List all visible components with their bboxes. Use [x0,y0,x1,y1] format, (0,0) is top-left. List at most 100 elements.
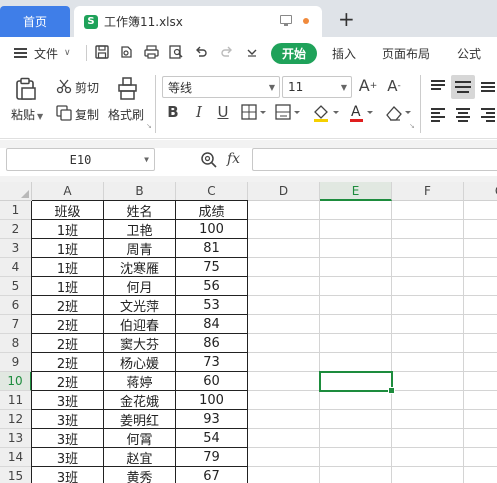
row-header[interactable]: 12 [0,410,32,429]
cell-c7[interactable]: 84 [176,315,248,334]
cell-b2[interactable]: 卫艳 [104,220,176,239]
zoom-search-icon[interactable] [200,151,218,169]
cell-a7[interactable]: 2班 [32,315,104,334]
cell-e2[interactable] [320,220,392,239]
cell-a12[interactable]: 3班 [32,410,104,429]
cell-b11[interactable]: 金花娥 [104,391,176,410]
column-header-b[interactable]: B [104,182,176,201]
name-box[interactable]: E10 ▼ [6,148,155,171]
cell-b15[interactable]: 黄秀 [104,467,176,483]
align-bottom-icon[interactable] [478,77,497,97]
row-header[interactable]: 5 [0,277,32,296]
cell-f12[interactable] [392,410,464,429]
column-header-d[interactable]: D [248,182,320,201]
cell-c3[interactable]: 81 [176,239,248,258]
cell-g7[interactable] [464,315,497,334]
print-preview-icon[interactable] [168,45,184,61]
undo-icon[interactable] [193,45,209,61]
cell-a3[interactable]: 1班 [32,239,104,258]
cell-a8[interactable]: 2班 [32,334,104,353]
cell-g9[interactable] [464,353,497,372]
fill-pattern-button[interactable] [275,104,301,122]
cell-f8[interactable] [392,334,464,353]
cell-c14[interactable]: 79 [176,448,248,467]
cell-d10[interactable] [248,372,320,391]
cell-f10[interactable] [392,372,464,391]
row-header[interactable]: 11 [0,391,32,410]
cell-a13[interactable]: 3班 [32,429,104,448]
cell-g2[interactable] [464,220,497,239]
cell-e13[interactable] [320,429,392,448]
cell-c1[interactable]: 成绩 [176,201,248,220]
column-header-f[interactable]: F [392,182,464,201]
customize-toolbar-icon[interactable] [244,45,260,61]
tab-start[interactable]: 开始 [271,43,317,64]
cell-b10[interactable]: 蒋婷 [104,372,176,391]
cell-a9[interactable]: 2班 [32,353,104,372]
increase-font-icon[interactable]: A+ [358,77,378,95]
cell-f13[interactable] [392,429,464,448]
align-top-icon[interactable] [428,77,448,97]
row-header[interactable]: 15 [0,467,32,483]
decrease-font-icon[interactable]: A- [384,77,404,95]
cell-d1[interactable] [248,201,320,220]
cell-f11[interactable] [392,391,464,410]
function-icon[interactable]: fx [227,151,240,167]
cell-e11[interactable] [320,391,392,410]
row-header[interactable]: 6 [0,296,32,315]
cell-d5[interactable] [248,277,320,296]
cell-b1[interactable]: 姓名 [104,201,176,220]
column-header-c[interactable]: C [176,182,248,201]
font-size-select[interactable]: 11 ▼ [282,76,352,98]
cell-g14[interactable] [464,448,497,467]
cell-c5[interactable]: 56 [176,277,248,296]
cell-d13[interactable] [248,429,320,448]
cell-e12[interactable] [320,410,392,429]
row-header[interactable]: 14 [0,448,32,467]
copy-icon[interactable] [56,105,72,121]
cell-d12[interactable] [248,410,320,429]
cell-a6[interactable]: 2班 [32,296,104,315]
tab-page-layout[interactable]: 页面布局 [382,37,430,69]
cell-a15[interactable]: 3班 [32,467,104,483]
cell-e6[interactable] [320,296,392,315]
cell-f3[interactable] [392,239,464,258]
cell-e9[interactable] [320,353,392,372]
cell-d9[interactable] [248,353,320,372]
cell-a10[interactable]: 2班 [32,372,104,391]
cell-d11[interactable] [248,391,320,410]
cell-d2[interactable] [248,220,320,239]
cell-f7[interactable] [392,315,464,334]
hamburger-menu-icon[interactable] [14,48,27,58]
eraser-button[interactable] [384,103,412,123]
cell-e4[interactable] [320,258,392,277]
cut-button[interactable]: 剪切 [75,79,99,96]
font-name-select[interactable]: 等线 ▼ [162,76,280,98]
monitor-icon[interactable] [280,15,292,26]
row-header[interactable]: 10 [0,372,32,391]
align-right-icon[interactable] [478,105,497,125]
cell-a14[interactable]: 3班 [32,448,104,467]
copy-button[interactable]: 复制 [75,106,99,123]
column-header-a[interactable]: A [32,182,104,201]
italic-button[interactable]: I [190,103,208,121]
cell-g3[interactable] [464,239,497,258]
cell-g15[interactable] [464,467,497,483]
formula-input[interactable] [252,148,497,171]
cell-g6[interactable] [464,296,497,315]
redo-icon[interactable] [219,45,235,61]
cell-b9[interactable]: 杨心媛 [104,353,176,372]
cell-e15[interactable] [320,467,392,483]
cell-f5[interactable] [392,277,464,296]
cell-e8[interactable] [320,334,392,353]
launcher-icon[interactable]: ↘ [146,122,152,130]
cell-e1[interactable] [320,201,392,220]
cell-e3[interactable] [320,239,392,258]
spreadsheet-grid[interactable]: ABCDEFG1班级姓名成绩21班卫艳10031班周青8141班沈寒雁7551班… [0,182,497,483]
cell-g10[interactable] [464,372,497,391]
tab-home[interactable]: 首页 [0,6,70,37]
column-header-e[interactable]: E [320,182,392,201]
row-header[interactable]: 9 [0,353,32,372]
font-color-button[interactable]: A [349,103,375,123]
row-header[interactable]: 4 [0,258,32,277]
